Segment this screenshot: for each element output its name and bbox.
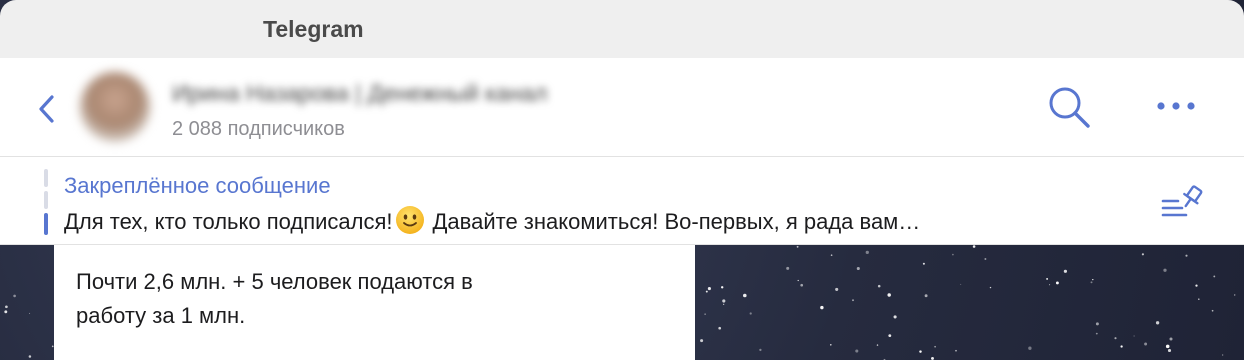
message-bubble[interactable]: Почти 2,6 млн. + 5 человек подаются в ра…: [54, 245, 695, 360]
star: [856, 266, 860, 271]
star: [721, 286, 724, 289]
star: [1028, 346, 1032, 350]
star: [1063, 269, 1067, 273]
chat-header: Ирина Назарова | Денежный канал 2 088 по…: [0, 58, 1244, 157]
star: [1133, 335, 1135, 337]
star: [924, 294, 928, 298]
star: [29, 312, 31, 314]
star: [877, 284, 881, 288]
pinned-text-part-2: Давайте знакомиться! Во-первых, я рада в…: [432, 209, 921, 234]
star: [1211, 309, 1214, 312]
star: [1141, 253, 1144, 256]
star: [855, 349, 859, 353]
subscriber-count: 2 088 подписчиков: [172, 118, 345, 140]
star: [1155, 321, 1160, 325]
star: [1169, 337, 1173, 341]
avatar[interactable]: [80, 72, 150, 142]
star: [759, 348, 762, 352]
star: [1233, 294, 1236, 296]
star: [1185, 254, 1188, 257]
pinned-title: Закреплённое сообщение: [64, 173, 331, 198]
star: [984, 258, 987, 260]
pinned-position-indicator: [44, 169, 48, 235]
star: [1120, 345, 1123, 348]
star: [830, 254, 833, 257]
star: [749, 312, 752, 315]
chevron-left-icon[interactable]: [36, 94, 58, 124]
star: [1092, 278, 1094, 281]
star: [1090, 281, 1093, 284]
search-icon[interactable]: [1046, 84, 1092, 130]
star: [1095, 322, 1099, 326]
star: [893, 315, 897, 319]
star: [1222, 354, 1224, 356]
star: [1167, 348, 1172, 353]
star: [1114, 337, 1117, 340]
star: [800, 283, 804, 287]
star: [835, 287, 839, 291]
star: [796, 245, 799, 248]
star: [4, 310, 8, 314]
star: [1144, 342, 1148, 346]
star: [852, 299, 854, 302]
star: [718, 326, 722, 330]
star: [705, 290, 708, 293]
more-horizontal-icon[interactable]: [1154, 96, 1198, 116]
star: [1055, 281, 1059, 285]
star: [1198, 298, 1200, 300]
message-line-2: работу за 1 млн.: [76, 303, 246, 328]
star: [722, 299, 726, 303]
star: [1163, 268, 1167, 272]
app-title: Telegram: [263, 16, 364, 42]
star: [887, 293, 891, 297]
star: [830, 344, 832, 346]
window-titlebar: Telegram: [0, 0, 1244, 58]
star: [743, 293, 747, 298]
pinned-preview-text: Для тех, кто только подписался! Давайте …: [64, 205, 1144, 235]
star: [707, 287, 711, 291]
star: [865, 250, 869, 255]
message-text: Почти 2,6 млн. + 5 человек подаются в ра…: [76, 265, 676, 333]
star: [1095, 332, 1098, 335]
star: [960, 283, 962, 285]
star: [704, 313, 706, 315]
star: [820, 305, 824, 310]
star: [1049, 284, 1051, 286]
star: [1165, 344, 1170, 349]
star: [786, 266, 790, 270]
pinned-text-part-1: Для тех, кто только подписался!: [64, 209, 393, 234]
star: [723, 303, 725, 305]
star: [888, 334, 892, 338]
star: [919, 350, 922, 353]
pinned-list-icon[interactable]: [1160, 185, 1204, 219]
star: [876, 344, 879, 346]
smiling-face-emoji-icon: [395, 206, 424, 234]
star: [13, 294, 16, 298]
star: [1195, 284, 1198, 287]
star: [989, 286, 992, 289]
channel-name[interactable]: Ирина Назарова | Денежный канал: [172, 80, 547, 107]
star: [931, 356, 934, 360]
star: [797, 279, 799, 282]
star: [972, 245, 976, 248]
star: [934, 345, 936, 348]
pinned-message-bar[interactable]: Закреплённое сообщение Для тех, кто толь…: [0, 157, 1244, 245]
message-line-1: Почти 2,6 млн. + 5 человек подаются в: [76, 269, 473, 294]
star: [700, 339, 704, 343]
star: [28, 355, 32, 358]
star: [1213, 275, 1216, 278]
star: [1046, 277, 1049, 280]
star: [955, 349, 957, 352]
star: [5, 305, 8, 309]
star: [922, 262, 925, 265]
star: [952, 253, 954, 256]
